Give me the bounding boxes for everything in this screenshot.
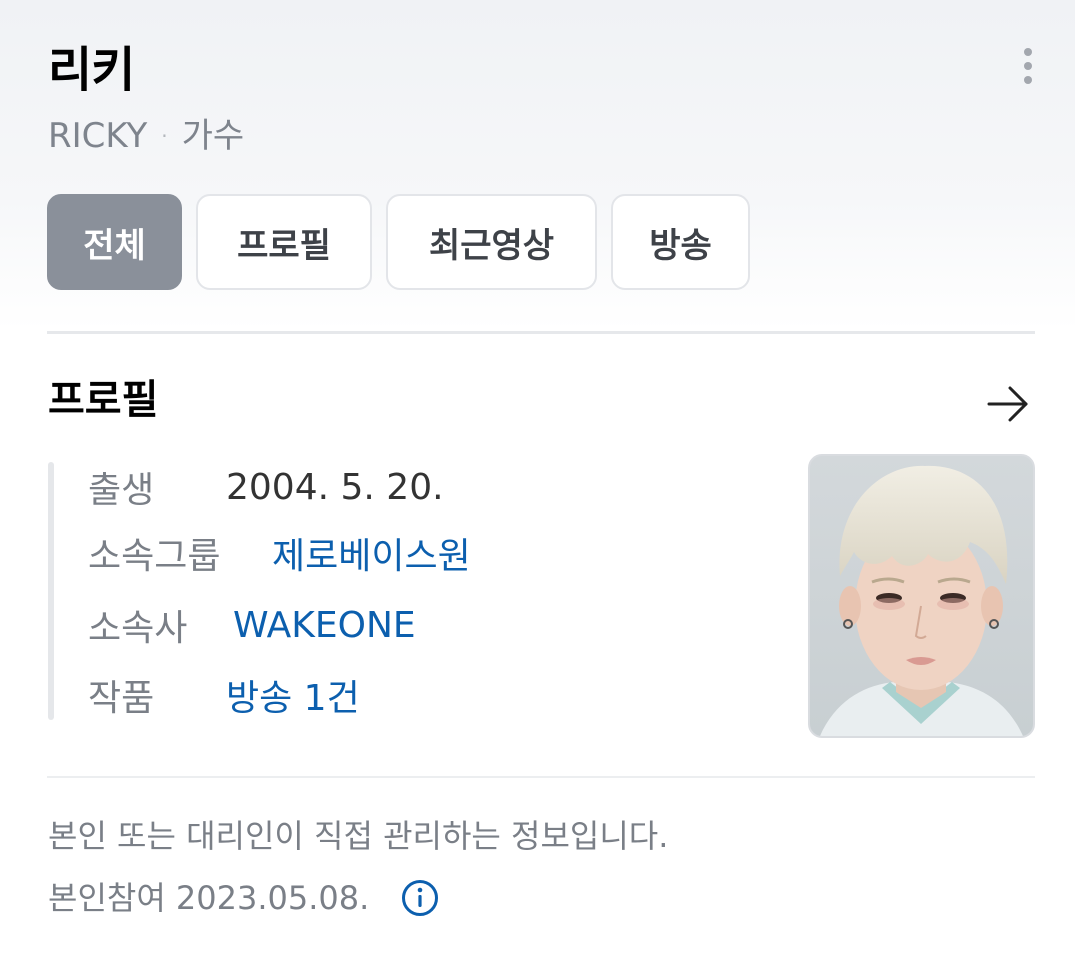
- subtitle-name: RICKY: [48, 116, 148, 156]
- section-title-profile[interactable]: 프로필: [48, 372, 158, 428]
- info-bar: [48, 462, 54, 720]
- portrait-image: [810, 456, 1033, 736]
- info-row-works: 작품 방송 1건: [88, 670, 360, 720]
- info-row-group: 소속그룹 제로베이스원: [88, 528, 471, 578]
- works-link[interactable]: 방송 1건: [226, 669, 360, 721]
- tab-broadcast[interactable]: 방송: [611, 194, 750, 290]
- info-icon[interactable]: [401, 879, 439, 917]
- subtitle-role: 가수: [181, 116, 245, 156]
- tab-recent-videos[interactable]: 최근영상: [386, 194, 597, 290]
- group-link[interactable]: 제로베이스원: [272, 527, 471, 579]
- page-title: 리키: [48, 42, 135, 98]
- tab-profile[interactable]: 프로필: [196, 194, 372, 290]
- divider: [47, 331, 1035, 334]
- info-label: 출생: [88, 470, 155, 511]
- more-dot: [1024, 48, 1032, 56]
- info-row-birth: 출생 2004. 5. 20.: [88, 462, 444, 512]
- divider: [47, 776, 1035, 778]
- tab-label: 최근영상: [428, 225, 555, 266]
- agency-link[interactable]: WAKEONE: [233, 605, 416, 646]
- info-value: 2004. 5. 20.: [226, 466, 444, 508]
- tab-bar: 전체 프로필 최근영상 방송: [47, 194, 764, 290]
- tab-all[interactable]: 전체: [47, 194, 182, 290]
- tab-label: 전체: [83, 225, 146, 266]
- info-label: 소속사: [88, 608, 188, 649]
- managed-info-note: 본인 또는 대리인이 직접 관리하는 정보입니다.: [48, 817, 669, 855]
- info-label: 작품: [88, 678, 155, 719]
- subtitle: RICKY · 가수: [48, 114, 244, 158]
- info-label: 소속그룹: [88, 536, 221, 577]
- subtitle-separator: ·: [161, 124, 168, 148]
- more-dot: [1024, 62, 1032, 70]
- tab-label: 방송: [649, 225, 712, 266]
- profile-info: 출생 2004. 5. 20. 소속그룹 제로베이스원 소속사 WAKEONE …: [48, 462, 768, 720]
- tab-label: 프로필: [237, 225, 331, 266]
- arrow-right-icon[interactable]: [986, 384, 1030, 424]
- more-dot: [1024, 76, 1032, 84]
- profile-photo[interactable]: [808, 454, 1035, 738]
- participation-date: 본인참여 2023.05.08.: [48, 879, 370, 917]
- more-options-icon[interactable]: [1012, 44, 1044, 88]
- info-row-agency: 소속사 WAKEONE: [88, 600, 416, 650]
- knowledge-panel: 리키 RICKY · 가수 전체 프로필 최근영상 방송 프로필 출생 2004…: [0, 0, 1075, 956]
